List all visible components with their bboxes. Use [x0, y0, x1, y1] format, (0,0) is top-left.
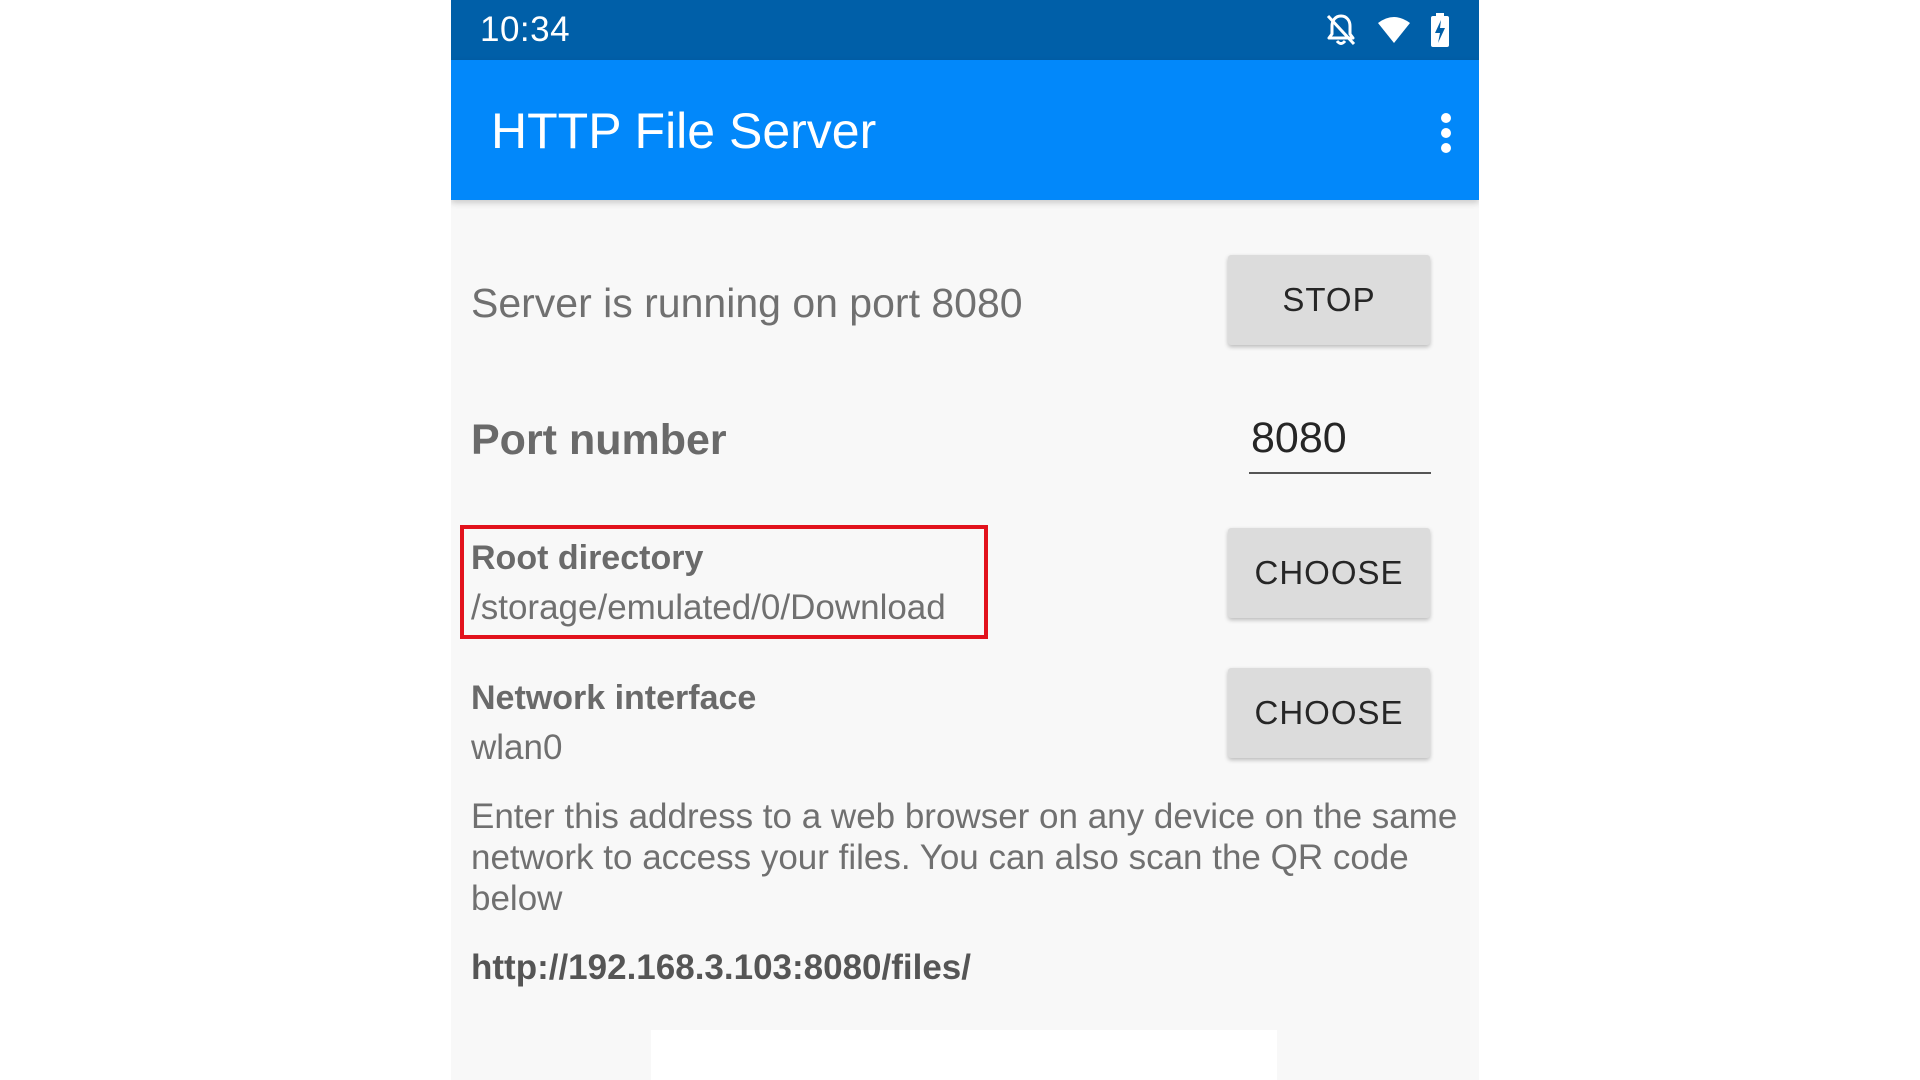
server-status-text: Server is running on port 8080: [471, 280, 1023, 326]
more-vert-icon: [1440, 112, 1452, 159]
status-time: 10:34: [480, 10, 571, 49]
network-interface-value: wlan0: [471, 728, 563, 767]
status-bar: 10:34: [451, 0, 1479, 60]
status-icons: [1325, 12, 1449, 48]
network-interface-title: Network interface: [471, 679, 757, 717]
server-address[interactable]: http://192.168.3.103:8080/files/: [471, 948, 971, 988]
root-directory-title: Root directory: [471, 539, 704, 577]
choose-root-directory-button[interactable]: CHOOSE: [1228, 528, 1430, 618]
app-bar: HTTP File Server: [451, 60, 1479, 200]
help-text: Enter this address to a web browser on a…: [471, 797, 1458, 918]
notifications-off-icon: [1325, 13, 1357, 47]
wifi-icon: [1377, 15, 1411, 45]
root-directory-value: /storage/emulated/0/Download: [471, 588, 946, 627]
battery-charging-icon: [1431, 13, 1449, 47]
app-title: HTTP File Server: [491, 103, 877, 159]
overflow-menu-button[interactable]: [1411, 100, 1479, 170]
qr-code-area: [651, 1030, 1277, 1080]
choose-network-interface-button[interactable]: CHOOSE: [1228, 668, 1430, 758]
phone-screen: 10:34 HTTP File Server Server is running…: [451, 0, 1479, 1080]
port-number-label: Port number: [471, 416, 727, 464]
stop-button[interactable]: STOP: [1228, 255, 1430, 345]
port-number-input[interactable]: [1249, 408, 1431, 474]
